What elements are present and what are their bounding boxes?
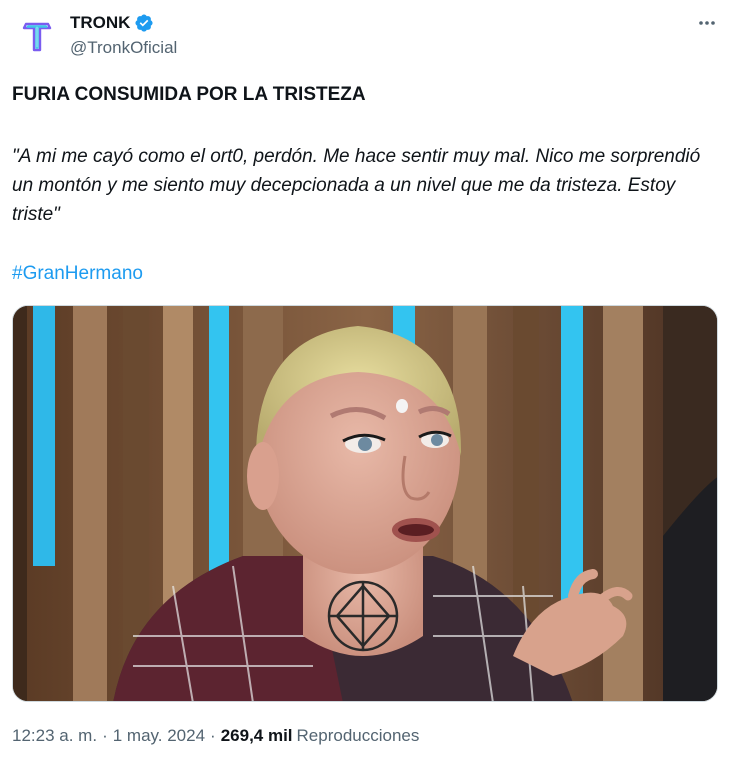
ellipsis-icon	[699, 21, 715, 25]
post-meta: 12:23 a. m. · 1 may. 2024 · 269,4 mil Re…	[12, 724, 419, 748]
tweet: TRONK @TronkOficial FURIA CONSUMIDA POR …	[0, 0, 737, 757]
views-count: 269,4 mil	[220, 726, 293, 745]
views-label: Reproducciones	[296, 726, 420, 745]
author-display-name[interactable]: TRONK	[70, 13, 130, 33]
author-info: TRONK @TronkOficial	[70, 12, 177, 58]
tweet-header: TRONK @TronkOficial	[12, 10, 725, 62]
post-image[interactable]	[12, 305, 718, 702]
meta-separator: ·	[102, 726, 108, 745]
author-handle[interactable]: @TronkOficial	[70, 38, 177, 58]
meta-separator: ·	[210, 726, 216, 745]
verified-badge-icon	[135, 14, 153, 32]
tronk-logo-icon	[22, 22, 52, 52]
photo-illustration	[13, 306, 717, 701]
avatar[interactable]	[14, 14, 58, 58]
post-headline: FURIA CONSUMIDA POR LA TRISTEZA	[12, 84, 366, 105]
hashtag-link[interactable]: #GranHermano	[12, 262, 143, 286]
display-name-row: TRONK	[70, 12, 177, 34]
post-date[interactable]: 1 may. 2024	[113, 726, 205, 746]
more-options-icon[interactable]	[693, 12, 721, 34]
post-time[interactable]: 12:23 a. m.	[12, 726, 97, 746]
post-quote: "A mi me cayó como el ort0, perdón. Me h…	[12, 146, 701, 225]
